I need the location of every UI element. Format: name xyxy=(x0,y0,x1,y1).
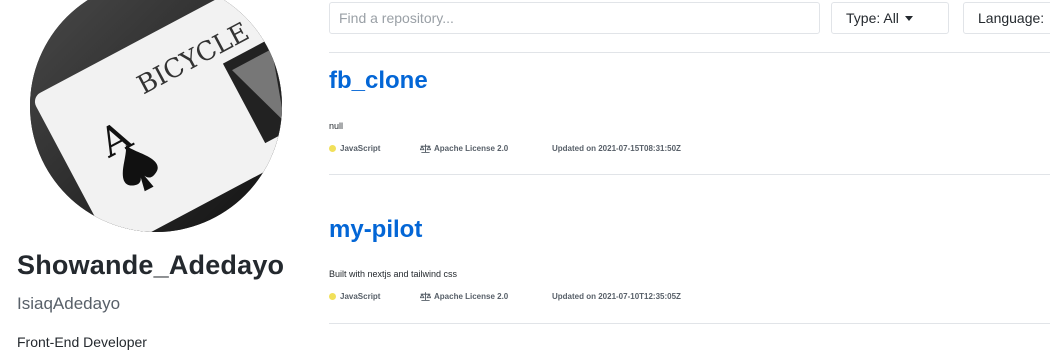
repositories-page: A BICYCLE Showande_Adedayo IsiaqAdedayo … xyxy=(0,0,1050,350)
repo-language: JavaScript xyxy=(340,292,381,301)
divider xyxy=(329,323,1050,324)
law-icon xyxy=(420,292,431,301)
type-filter-button[interactable]: Type: All xyxy=(831,2,949,34)
language-color-dot xyxy=(329,145,336,152)
language-filter-button[interactable]: Language: xyxy=(963,2,1050,34)
repo-link[interactable]: my-pilot xyxy=(329,216,422,244)
caret-down-icon xyxy=(904,15,913,21)
repo-link[interactable]: fb_clone xyxy=(329,67,428,95)
avatar: A BICYCLE xyxy=(30,0,282,232)
repo-description: Built with nextjs and tailwind css xyxy=(329,269,458,279)
repo-license: Apache License 2.0 xyxy=(434,144,509,153)
repo-updated: Updated on 2021-07-15T08:31:50Z xyxy=(552,144,681,153)
repository-search-input[interactable] xyxy=(329,2,820,34)
type-filter-label: Type: All xyxy=(846,10,899,26)
repo-language: JavaScript xyxy=(340,144,381,153)
language-color-dot xyxy=(329,293,336,300)
profile-name: Showande_Adedayo xyxy=(17,250,285,280)
repo-description: null xyxy=(329,121,344,131)
divider xyxy=(329,174,1050,175)
profile-username: IsiaqAdedayo xyxy=(17,294,121,313)
divider xyxy=(329,52,1050,53)
language-filter-label: Language: xyxy=(978,10,1045,26)
repo-license: Apache License 2.0 xyxy=(434,292,509,301)
law-icon xyxy=(420,144,431,153)
profile-bio: Front-End Developer xyxy=(17,334,147,350)
repo-updated: Updated on 2021-07-10T12:35:05Z xyxy=(552,292,681,301)
